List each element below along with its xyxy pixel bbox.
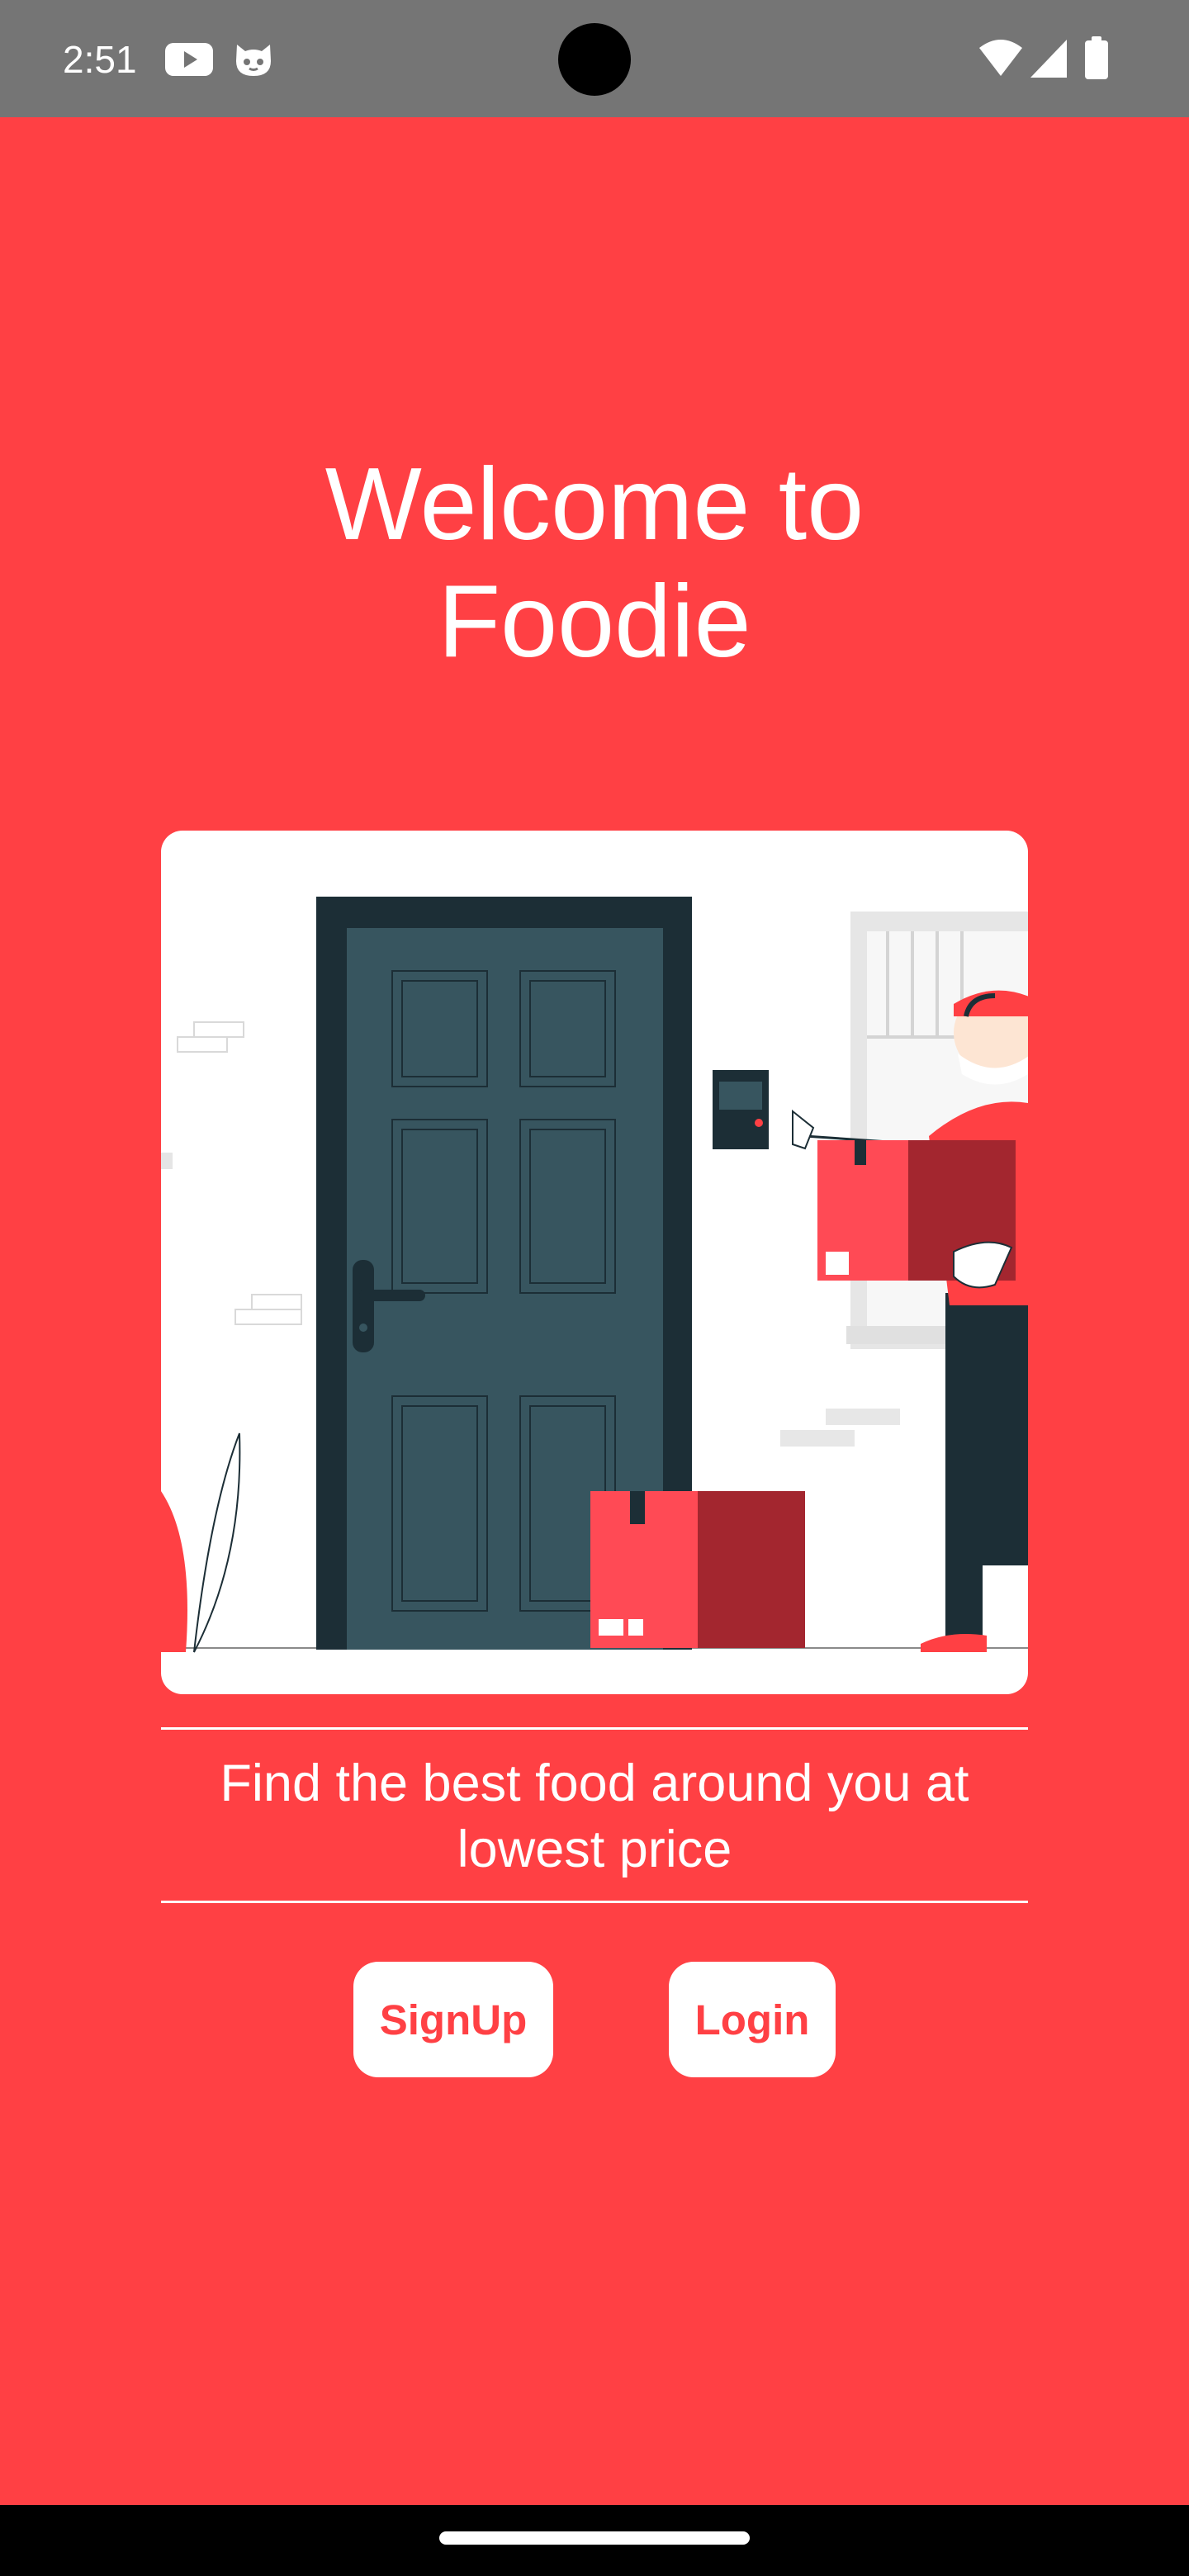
front-camera (558, 23, 631, 96)
status-time: 2:51 (63, 38, 137, 81)
tagline-bottom-divider (161, 1901, 1028, 1903)
welcome-title: Welcome to Foodie (324, 447, 865, 679)
login-button[interactable]: Login (669, 1962, 836, 2077)
system-navigation-bar (0, 2505, 1189, 2576)
status-bar: 2:51 (0, 0, 1189, 117)
signup-button[interactable]: SignUp (353, 1962, 553, 2077)
cat-face-icon (233, 40, 274, 83)
youtube-icon (165, 43, 213, 80)
tagline: Find the best food around you at lowest … (220, 1754, 969, 1878)
tagline-top-divider (161, 1727, 1028, 1730)
home-gesture-handle[interactable] (439, 2531, 750, 2545)
battery-icon (1085, 36, 1108, 83)
wifi-icon (979, 40, 1022, 82)
cellular-signal-icon (1030, 40, 1067, 82)
delivery-illustration (161, 831, 1028, 1694)
